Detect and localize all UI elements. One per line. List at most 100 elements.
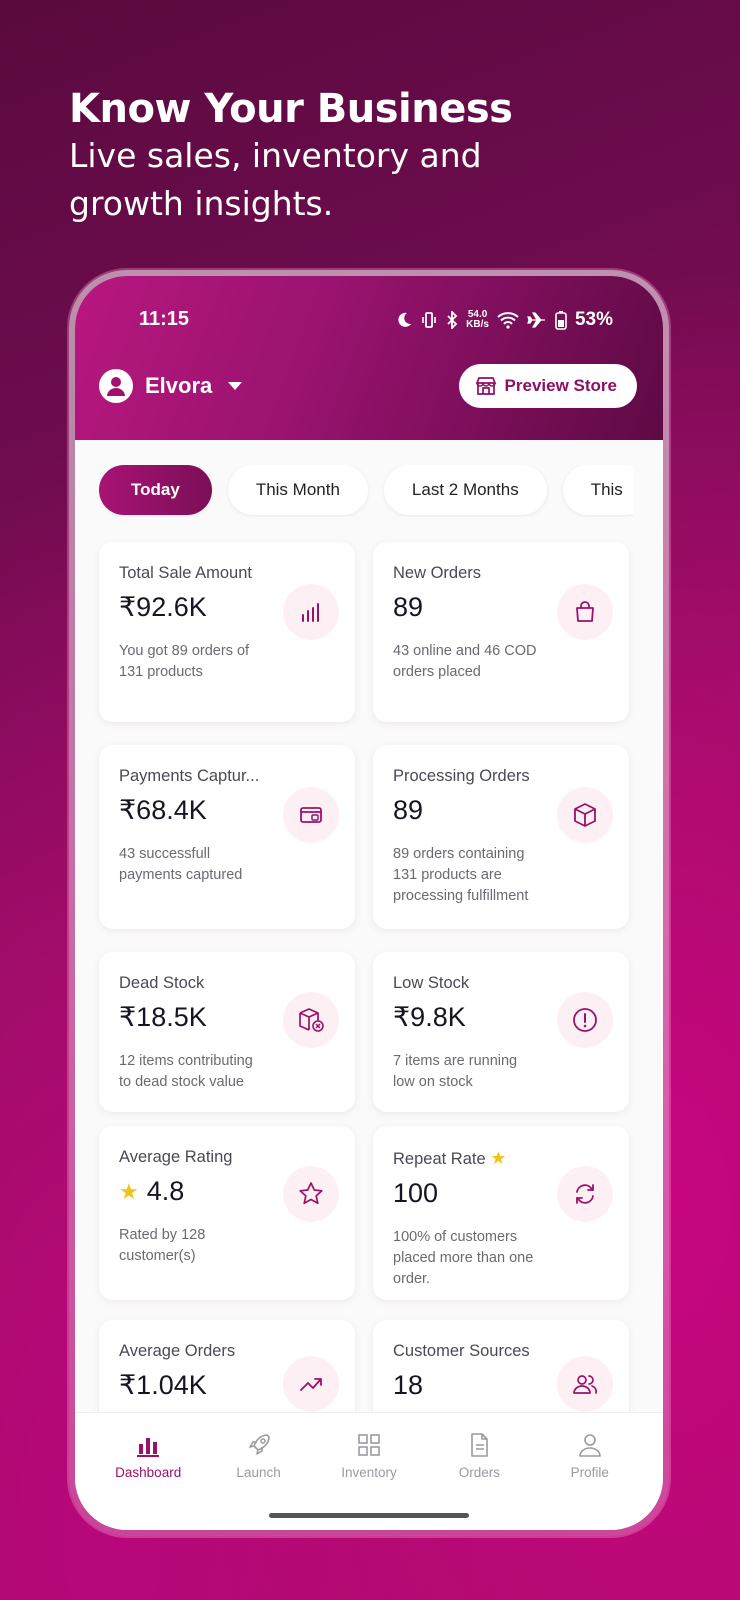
nav-profile[interactable]: Profile — [540, 1431, 640, 1530]
card-desc-line: 43 successfull — [119, 846, 211, 862]
card-title: Dead Stock — [119, 974, 205, 992]
card-desc-line: 131 products are — [393, 867, 502, 883]
payments-captured-card[interactable]: Payments Captur... ₹68.4K 43 successfull… — [99, 745, 355, 929]
total-sale-card[interactable]: Total Sale Amount ₹92.6K You got 89 orde… — [99, 542, 355, 722]
card-title: Payments Captur... — [119, 767, 260, 785]
card-desc-line: processing fulfillment — [393, 888, 529, 904]
dead-stock-card[interactable]: Dead Stock ₹18.5K 12 items contributing … — [99, 952, 355, 1112]
status-bar: 11:15 54.0 KB/s 53% — [139, 308, 613, 331]
card-desc-line: 7 items are running — [393, 1053, 518, 1069]
card-title: Processing Orders — [393, 767, 530, 785]
nav-label: Orders — [458, 1465, 500, 1480]
users-icon — [557, 1356, 613, 1412]
card-desc-line: 43 online and 46 COD — [393, 643, 537, 659]
filter-label: Today — [131, 480, 180, 499]
card-desc-line: low on stock — [393, 1074, 473, 1090]
nav-label: Inventory — [341, 1465, 397, 1480]
card-value: 4.8 — [146, 1176, 185, 1206]
card-desc-line: order. — [393, 1271, 431, 1287]
card-desc-line: 131 products — [119, 664, 203, 680]
new-orders-card[interactable]: New Orders 89 43 online and 46 COD order… — [373, 542, 629, 722]
date-filter-tabs: Today This Month Last 2 Months This — [99, 465, 633, 517]
nav-label: Launch — [236, 1465, 281, 1480]
user-avatar-icon — [107, 377, 125, 396]
card-desc-line: payments captured — [119, 867, 243, 883]
card-description: Rated by 128 customer(s) — [119, 1225, 335, 1267]
trend-up-icon — [283, 1356, 339, 1412]
filter-today[interactable]: Today — [99, 465, 212, 515]
airplane-icon — [527, 311, 545, 328]
card-title-row: Repeat Rate ★ — [393, 1148, 558, 1169]
filter-last-2-months[interactable]: Last 2 Months — [383, 465, 547, 515]
filter-this[interactable]: This — [562, 465, 633, 515]
dashboard-icon — [137, 1438, 160, 1457]
card-desc-line: 12 items contributing — [119, 1053, 253, 1069]
nav-dashboard[interactable]: Dashboard — [98, 1431, 198, 1530]
card-desc-line: customer(s) — [119, 1248, 196, 1264]
card-description: You got 89 orders of 131 products — [119, 641, 335, 683]
rocket-icon — [248, 1434, 270, 1455]
card-description: 43 successfull payments captured — [119, 844, 335, 886]
card-desc-line: 89 orders containing — [393, 846, 525, 862]
card-icon — [283, 787, 339, 843]
promo-subtitle-line1: Live sales, inventory and — [69, 136, 482, 175]
filter-label: This Month — [255, 480, 340, 499]
status-icons: 54.0 KB/s 53% — [396, 309, 613, 331]
phone-screen: 11:15 54.0 KB/s 53% Elvora Preview Store… — [75, 276, 663, 1530]
store-switcher[interactable]: Elvora — [99, 369, 243, 403]
bottom-navigation: Dashboard Launch Inventory Orders Profil… — [75, 1412, 663, 1530]
card-title: Average Orders — [119, 1342, 236, 1360]
star-filled-icon: ★ — [490, 1148, 507, 1168]
net-speed: 54.0 KB/s — [466, 308, 489, 330]
promo-headline: Know Your Business Live sales, inventory… — [69, 86, 513, 228]
profile-icon — [578, 1434, 601, 1457]
nav-label: Profile — [570, 1465, 609, 1480]
alert-icon — [557, 992, 613, 1048]
filter-label: This — [590, 480, 623, 499]
store-name: Elvora — [145, 373, 213, 398]
card-title: Repeat Rate — [393, 1150, 486, 1168]
wifi-icon — [497, 311, 519, 329]
refresh-icon — [557, 1166, 613, 1222]
card-desc-line: to dead stock value — [119, 1074, 244, 1090]
average-rating-card[interactable]: Average Rating ★ 4.8 Rated by 128 custom… — [99, 1126, 355, 1300]
low-stock-card[interactable]: Low Stock ₹9.8K 7 items are running low … — [373, 952, 629, 1112]
battery-icon — [555, 310, 567, 330]
net-speed-value: 54.0 — [467, 308, 488, 320]
app-bar: Elvora Preview Store — [99, 364, 637, 408]
card-description: 100% of customers placed more than one o… — [393, 1227, 609, 1290]
net-speed-unit: KB/s — [466, 318, 489, 330]
card-description: 7 items are running low on stock — [393, 1051, 609, 1093]
filter-this-month[interactable]: This Month — [227, 465, 368, 515]
filter-label: Last 2 Months — [411, 480, 519, 499]
star-icon — [283, 1166, 339, 1222]
processing-orders-card[interactable]: Processing Orders 89 89 orders containin… — [373, 745, 629, 929]
card-desc-line: You got 89 orders of — [119, 643, 250, 659]
card-description: 89 orders containing 131 products are pr… — [393, 844, 609, 907]
grid-icon — [358, 1434, 380, 1456]
nav-label: Dashboard — [115, 1465, 182, 1480]
preview-store-button[interactable]: Preview Store — [458, 364, 637, 408]
chevron-down-icon — [228, 382, 243, 390]
home-indicator[interactable] — [269, 1513, 469, 1518]
repeat-rate-card[interactable]: Repeat Rate ★ 100 100% of customers plac… — [373, 1126, 629, 1300]
shopping-bag-icon — [557, 584, 613, 640]
top-header: 11:15 54.0 KB/s 53% Elvora Preview Store — [75, 276, 663, 440]
vibrate-icon — [422, 311, 436, 328]
card-title: Average Rating — [119, 1148, 233, 1166]
card-description: 12 items contributing to dead stock valu… — [119, 1051, 335, 1093]
promo-subtitle-line2: growth insights. — [69, 183, 334, 223]
document-icon — [471, 1433, 489, 1457]
bar-chart-icon — [283, 584, 339, 640]
card-title: New Orders — [393, 564, 482, 582]
promo-title: Know Your Business — [69, 86, 513, 132]
card-description: 43 online and 46 COD orders placed — [393, 641, 609, 683]
card-desc-line: Rated by 128 — [119, 1227, 206, 1243]
storefront-icon — [475, 377, 496, 395]
card-desc-line: placed more than one — [393, 1250, 534, 1266]
card-title: Total Sale Amount — [119, 564, 252, 582]
phone-frame: 11:15 54.0 KB/s 53% Elvora Preview Store… — [69, 270, 669, 1536]
battery-percent: 53% — [574, 308, 613, 330]
moon-icon — [398, 312, 412, 327]
card-desc-line: orders placed — [393, 664, 481, 680]
